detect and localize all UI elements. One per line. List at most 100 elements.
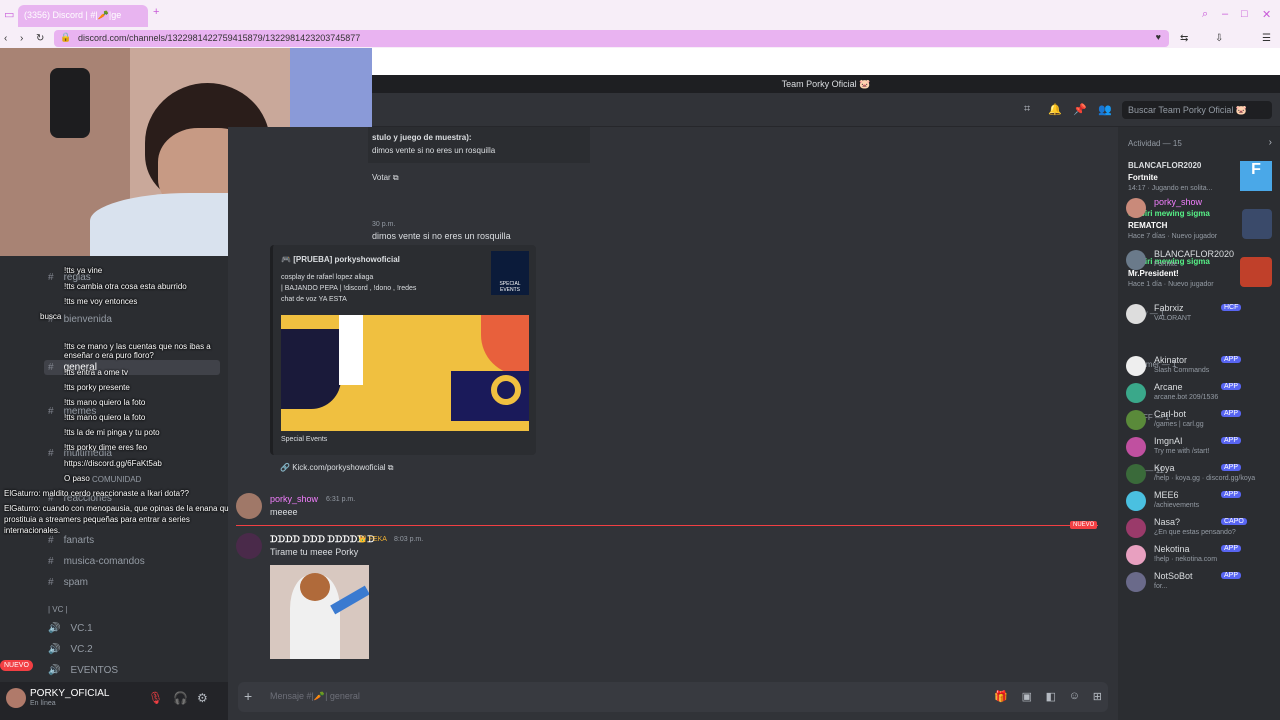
app-badge: APP (1221, 437, 1242, 444)
add-attachment-icon[interactable]: + (244, 688, 252, 704)
avatar (1126, 410, 1146, 430)
chat-area: stulo y juego de muestra): dimos vente s… (228, 127, 1118, 720)
embed-card: 🎮 [PRUEBA] porkyshowoficial cosplay de r… (270, 245, 536, 455)
embed-desc: | BAJANDO PEPA | !discord , !dono , !red… (281, 285, 417, 292)
member-list: Actividad — 15 › BLANCAFLOR2020 Fortnite… (1118, 127, 1280, 720)
member-status: /help · koya.gg · discord.gg/koya (1154, 475, 1256, 482)
member-name: Arcane (1154, 382, 1183, 392)
search-input[interactable]: Buscar Team Porky Oficial 🐷 (1122, 101, 1272, 119)
activity-game: REMATCH (1128, 221, 1168, 230)
kick-link[interactable]: 🔗 Kick.com/porkyshowoficial ⧉ (280, 463, 394, 473)
activity-game: Fortnite (1128, 173, 1158, 182)
sidebar-icon[interactable]: ▭ (4, 8, 14, 21)
member-row[interactable]: Akinator APP Slash Commands (1126, 354, 1276, 380)
avatar (1126, 491, 1146, 511)
composer-placeholder: Mensaje #|🥕| general (270, 691, 360, 701)
bell-icon[interactable]: 🔔 (1048, 103, 1062, 116)
avatar (1126, 464, 1146, 484)
app-badge: APP (1221, 383, 1242, 390)
voice-vc2[interactable]: 🔊 VC.2 (48, 644, 93, 655)
chat-line: !tts la de mi pinga y tu poto (64, 428, 160, 437)
category-comunidad[interactable]: COMUNIDAD (92, 475, 141, 484)
member-status: /games | carl.gg (1154, 421, 1204, 428)
forward-icon[interactable]: › (20, 33, 23, 44)
embed-desc: chat de voz YA ESTA (281, 296, 347, 303)
figure-head (300, 573, 330, 601)
timestamp: 30 p.m. (372, 221, 396, 228)
timestamp: 6:31 p.m. (326, 496, 356, 503)
pin-icon[interactable]: 📌 (1073, 103, 1087, 116)
voice-vc1[interactable]: 🔊 VC.1 (48, 623, 93, 634)
app-badge: APP (1221, 410, 1242, 417)
back-icon[interactable]: ‹ (4, 33, 7, 44)
gift-icon[interactable]: 🎁 (994, 690, 1008, 703)
member-status: /achievements (1154, 502, 1200, 509)
avatar (1126, 518, 1146, 538)
extensions-icon[interactable]: ⇆ (1180, 33, 1188, 44)
close-icon[interactable]: ✕ (1262, 8, 1271, 21)
embed-title[interactable]: 🎮 [PRUEBA] porkyshowoficial (281, 255, 400, 264)
minimize-icon[interactable]: – (1222, 8, 1228, 20)
activity-sub: Hace 7 días · Nuevo jugador (1128, 233, 1218, 240)
voice-eventos[interactable]: 🔊 EVENTOS (48, 665, 118, 676)
avatar[interactable] (6, 688, 26, 708)
settings-gear-icon[interactable]: ⚙ (197, 691, 208, 705)
chat-line: !tts me voy entonces (64, 297, 138, 306)
member-row[interactable]: BLANCAFLOR2020 Fortnite (1126, 248, 1276, 274)
avatar (1126, 198, 1146, 218)
activity-title: Actividad — 15 (1128, 139, 1182, 148)
maximize-icon[interactable]: □ (1241, 8, 1248, 20)
app-badge: APP (1221, 491, 1242, 498)
message-author[interactable]: porky_show (270, 494, 318, 504)
member-row[interactable]: MEE6 APP/achievements (1126, 489, 1276, 515)
member-row[interactable]: porky_show (1126, 196, 1276, 222)
channel-musica-comandos[interactable]: # musica-comandos (48, 556, 145, 567)
url-field[interactable]: 🔒 discord.com/channels/13229814227594158… (54, 30, 1169, 47)
member-row[interactable]: NotSoBot APP for... (1126, 570, 1276, 596)
member-name: ImgnAI (1154, 436, 1183, 446)
member-row[interactable]: Fabrxiz HCF VALORANT (1126, 302, 1276, 328)
members-icon[interactable]: 👥 (1098, 103, 1112, 116)
browser-tab[interactable]: (3356) Discord | #|🥕|ge (18, 5, 148, 27)
chat-line: ElGaturro: cuando con menopausia, que op… (4, 504, 234, 513)
new-tab-button[interactable]: + (153, 6, 159, 18)
category-vc[interactable]: | VC | (48, 605, 68, 614)
vote-link[interactable]: Votar ⧉ (372, 173, 399, 183)
chevron-right-icon[interactable]: › (1269, 137, 1272, 148)
headphones-icon[interactable]: 🎧 (173, 691, 188, 705)
activity-sub: 14:17 · Jugando en solita... (1128, 185, 1213, 192)
download-icon[interactable]: ⇩ (1215, 33, 1223, 44)
app-badge: APP (1221, 464, 1242, 471)
gif-icon[interactable]: ▣ (1022, 690, 1032, 703)
member-status: VALORANT (1154, 315, 1192, 322)
message-composer[interactable]: + Mensaje #|🥕| general 🎁 ▣ ◧ ☺ ⊞ (238, 682, 1108, 712)
member-row[interactable]: Arcane APP arcane.bot 209/1536 (1126, 381, 1276, 407)
avatar[interactable] (236, 533, 262, 559)
favorite-icon[interactable]: ♥ (1156, 32, 1161, 42)
member-row[interactable]: Nekotina APP !help · nekotina.com (1126, 543, 1276, 569)
attached-image[interactable] (270, 565, 369, 659)
menu-icon[interactable]: ☰ (1262, 33, 1271, 44)
embed-image[interactable] (281, 315, 529, 431)
member-row[interactable]: ImgnAI APP Try me with /start! (1126, 435, 1276, 461)
channel-fanarts[interactable]: # fanarts (48, 535, 94, 546)
quote-body: dimos vente si no eres un rosquilla (372, 146, 496, 155)
avatar[interactable] (236, 493, 262, 519)
emoji-icon[interactable]: ☺ (1069, 690, 1080, 702)
shape-orange (481, 315, 529, 375)
member-row[interactable]: Carl-bot APP/games | carl.gg (1126, 408, 1276, 434)
reload-icon[interactable]: ↻ (36, 33, 44, 44)
member-row[interactable]: Koya APP/help · koya.gg · discord.gg/koya (1126, 462, 1276, 488)
threads-icon[interactable]: ⌗ (1024, 103, 1030, 116)
apps-icon[interactable]: ⊞ (1093, 690, 1102, 703)
channel-spam[interactable]: # spam (48, 577, 88, 588)
member-row[interactable]: Nasa? CAPO ¿En que estas pensando? (1126, 516, 1276, 542)
mic-muted-icon[interactable]: 🎙 (148, 691, 163, 705)
search-icon[interactable]: ⌕ (1202, 8, 1208, 21)
quote-title: stulo y juego de muestra): (372, 133, 472, 142)
chat-line: !tts mano quiero la foto (64, 398, 146, 407)
member-status: Fortnite (1154, 261, 1178, 268)
chat-line: !tts entra a ome tv (64, 368, 129, 377)
timestamp: 8:03 p.m. (394, 536, 424, 543)
sticker-icon[interactable]: ◧ (1046, 690, 1056, 703)
